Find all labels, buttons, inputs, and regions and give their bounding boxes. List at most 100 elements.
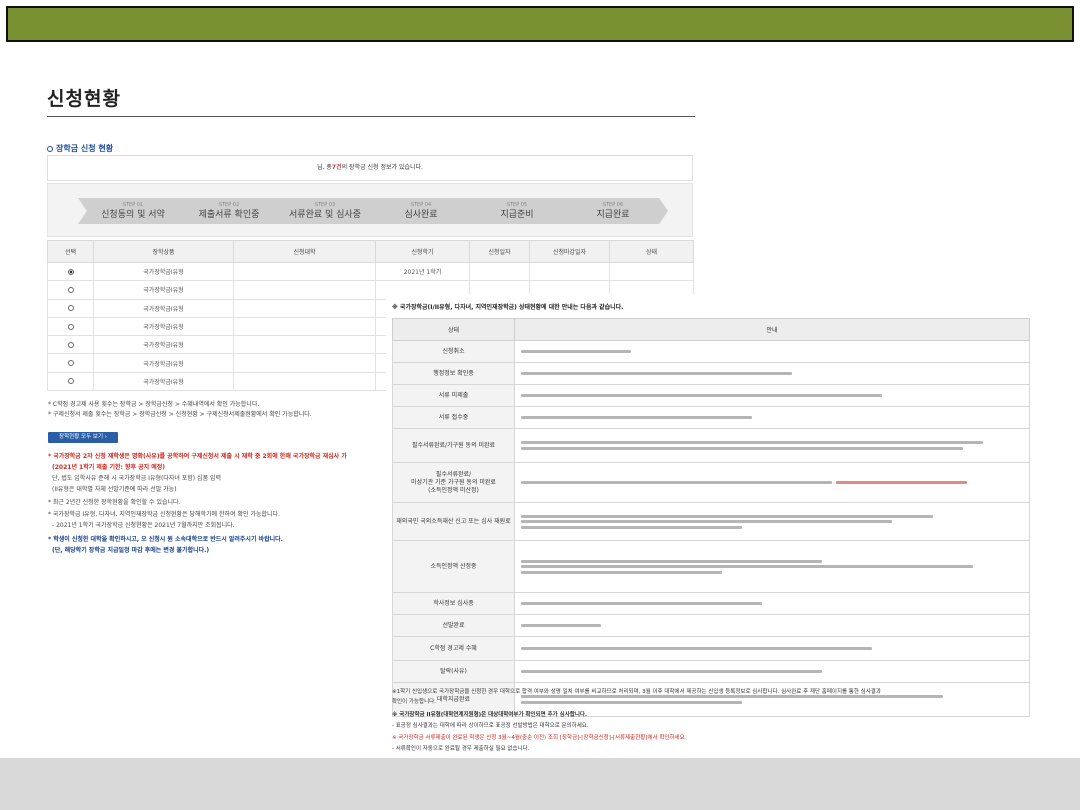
column-header: 장학상품 xyxy=(93,240,234,263)
column-header: 신청학기 xyxy=(375,240,470,263)
term-cell: 2021년 1학기 xyxy=(375,261,470,282)
status-cell: 행정정보 확인중 xyxy=(392,362,515,385)
description-cell xyxy=(514,502,1030,541)
note-relief-count: * 구제신청서 제출 횟수는 장학금 > 장학금신청 > 신청현황 > 구제신청… xyxy=(48,411,312,418)
step-6: STEP 06 지급완료 xyxy=(558,198,668,224)
column-header: 안내 xyxy=(514,318,1030,341)
status-cell: 선발완료 xyxy=(392,614,515,637)
description-cell xyxy=(514,428,1030,463)
description-cell xyxy=(514,660,1030,683)
step-4: STEP 04 심사완료 xyxy=(366,198,476,224)
footnote-freshman-2: 확인이 가능합니다. xyxy=(392,699,436,705)
table-header-row: 상태 안내 xyxy=(392,318,1030,341)
product-cell: 국가장학금I유형 xyxy=(93,353,234,373)
radio-button[interactable] xyxy=(67,268,74,275)
radio-button[interactable] xyxy=(67,378,74,385)
column-header: 상태 xyxy=(609,240,694,263)
column-header: 신청일자 xyxy=(469,240,530,263)
step-number: STEP 05 xyxy=(506,201,528,208)
radio-button[interactable] xyxy=(67,323,74,330)
note-current-term: * 국가장학금 I유형, 다자녀, 지역인재장학금 신청현황은 당해학기에 한하… xyxy=(48,511,280,518)
product-cell: 국가장학금I유형 xyxy=(93,316,234,337)
step-2: STEP 02 제출서류 확인중 xyxy=(174,198,284,224)
status-cell: 필수서류완료/ 미성기관 기준 가구원 동의 미완료 (소득인정액 미산정) xyxy=(392,462,515,503)
note-2021-term: - 2021년 1학기 국가장학금 신청현황은 2021년 7월까지만 조회됩니… xyxy=(52,522,235,529)
date-cell xyxy=(469,261,530,282)
product-cell: 국가장학금I유형 xyxy=(93,280,234,300)
section-title-text: 장학금 신청 현황 xyxy=(56,144,114,153)
description-cell xyxy=(514,592,1030,615)
table-row: 서류 미제출 xyxy=(392,384,1030,407)
table-row: C학점 경고제 수혜 xyxy=(392,636,1030,661)
description-cell xyxy=(514,340,1030,363)
select-cell[interactable] xyxy=(47,371,94,392)
product-cell: 국가장학금I유형 xyxy=(93,261,234,282)
status-cell: C학점 경고제 수혜 xyxy=(392,636,515,661)
table-row: 선발완료 xyxy=(392,614,1030,637)
view-all-button[interactable]: 장학현황 모두 보기 › xyxy=(48,432,118,443)
note-check-university: * 학생이 신청한 대학을 확인하시고, 오 신청시 원 소속대학으로 반드시 … xyxy=(48,536,283,543)
footnote-type2: ※ 국가장학금 II유형(대학연계지원형)은 대상대학여부가 확인되면 추가 심… xyxy=(392,712,588,718)
radio-button[interactable] xyxy=(67,341,74,348)
select-cell[interactable] xyxy=(47,280,94,300)
table-row: 필수서류완료/가구원 동의 미완료 xyxy=(392,428,1030,463)
description-cell xyxy=(514,406,1030,429)
step-number: STEP 03 xyxy=(314,201,336,208)
note-c-grade: * C학점 경고제 사용 횟수는 장학금 > 장학금신청 > 수혜내역에서 확인… xyxy=(48,401,260,408)
step-label: 심사완료 xyxy=(404,209,438,220)
table-row: 신청취소 xyxy=(392,340,1030,363)
status-cell xyxy=(609,261,694,282)
select-cell[interactable] xyxy=(47,335,94,355)
table-row: 탈락(사유) xyxy=(392,660,1030,683)
radio-button[interactable] xyxy=(67,360,74,367)
note-recent: * 최근 2년간 신청한 장학현황을 확인할 수 있습니다. xyxy=(48,499,181,506)
university-cell xyxy=(233,335,376,355)
status-cell: 신청취소 xyxy=(392,340,515,363)
select-cell[interactable] xyxy=(47,353,94,373)
select-cell[interactable] xyxy=(47,261,94,282)
application-summary-box: 님, 총7건의 장학금 신청 정보가 있습니다. xyxy=(47,155,693,181)
university-cell xyxy=(233,261,376,282)
radio-button[interactable] xyxy=(67,305,74,312)
step-label: 지급완료 xyxy=(596,209,630,220)
university-cell xyxy=(233,316,376,337)
summary-suffix: 의 장학금 신청 정보가 있습니다. xyxy=(341,164,423,171)
step-5: STEP 05 지급준비 xyxy=(462,198,572,224)
note-no-change: (단, 해당학기 장학금 지급일정 마감 후에는 변경 불가합니다.) xyxy=(52,547,210,554)
status-cell: 서류 접수중 xyxy=(392,406,515,429)
step-3: STEP 03 서류완료 및 심사중 xyxy=(270,198,380,224)
status-cell: 서류 미제출 xyxy=(392,384,515,407)
description-cell xyxy=(514,540,1030,593)
table-row: 필수서류완료/ 미성기관 기준 가구원 동의 미완료 (소득인정액 미산정) xyxy=(392,462,1030,503)
product-cell: 국가장학금I유형 xyxy=(93,335,234,355)
table-row: 서류 접수중 xyxy=(392,406,1030,429)
university-cell xyxy=(233,280,376,300)
page-title: 신청현황 xyxy=(47,88,121,110)
column-header: 선택 xyxy=(47,240,94,263)
title-divider xyxy=(47,116,695,117)
deadline-cell xyxy=(529,261,610,282)
column-header: 신청대학 xyxy=(233,240,376,263)
radio-button[interactable] xyxy=(67,286,74,293)
note-admission: 단, 법도 입학사유 준해 시 국가장학금 I유형(다자녀 포함) 심품 입력 xyxy=(52,475,222,482)
slide: 신청현황 장학금 신청 현황 님, 총7건의 장학금 신청 정보가 있습니다. … xyxy=(0,0,1080,810)
table-row: 학사정보 심사중 xyxy=(392,592,1030,615)
note-deadline-red: (2021년 1학기 제출 기한: 향후 공지 예정) xyxy=(52,464,166,471)
description-cell xyxy=(514,384,1030,407)
progress-steps: STEP 01 신청동의 및 서약 STEP 02 제출서류 확인중 STEP … xyxy=(47,183,693,237)
footnote-documents: - 서류확인이 자동으로 완료될 경우 제출하실 필요 없습니다. xyxy=(392,746,530,752)
step-number: STEP 04 xyxy=(410,201,432,208)
status-guide-table: 상태 안내 신청취소 행정정보 확인중 서류 미제출 서류 접수중 필수서류완료… xyxy=(392,318,1030,717)
note-relief-red: * 국가장학금 2차 신청 재학생은 명확(사유)를 공학하여 구제신청서 제출… xyxy=(48,453,347,460)
step-label: 지급준비 xyxy=(500,209,534,220)
select-cell[interactable] xyxy=(47,298,94,318)
bullet-circle-icon xyxy=(47,146,53,152)
footnote-type2-detail: - 표공정 심사결과는 대학에 따라 상이하므로 표공정 선발방법은 대학으로 … xyxy=(392,723,589,729)
select-cell[interactable] xyxy=(47,316,94,337)
status-guide-title: ※ 국가장학금(I/II유형, 다자녀, 지역인재장학금) 상태현황에 대한 안… xyxy=(392,304,624,311)
summary-count: 7건 xyxy=(331,164,342,171)
summary-prefix: 님, 총 xyxy=(317,164,332,171)
note-type2: (II유형은 대학별 자체 선발기준에 따라 선발 가능) xyxy=(52,486,177,493)
description-cell xyxy=(514,636,1030,661)
status-cell: 소득인정액 산정중 xyxy=(392,540,515,593)
